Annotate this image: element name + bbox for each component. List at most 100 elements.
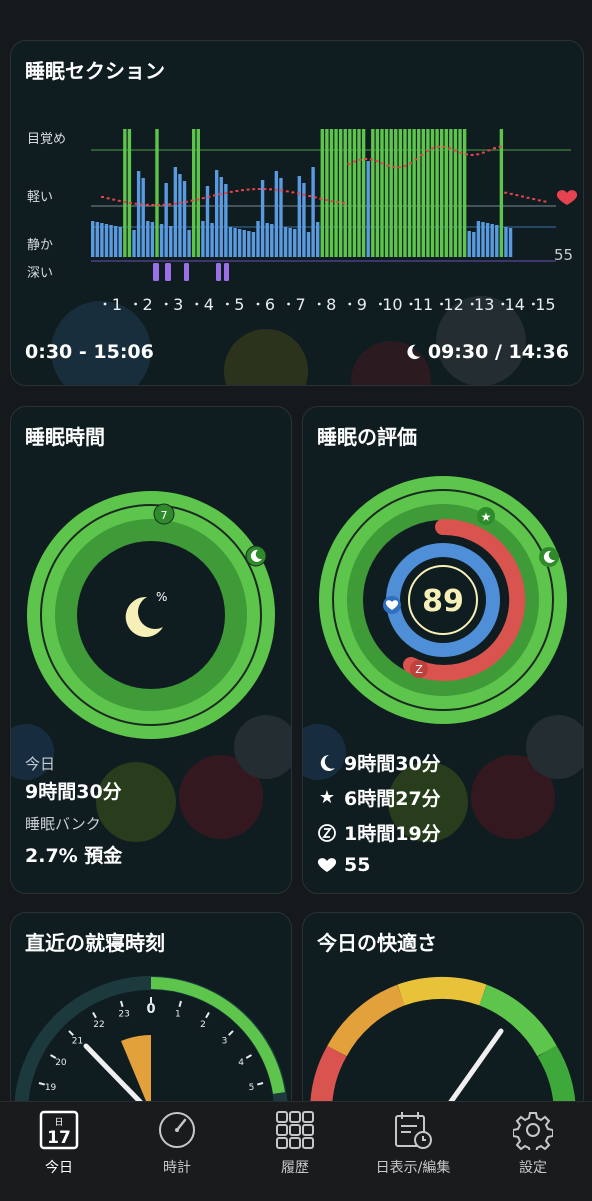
- today-value: 9時間30分: [25, 781, 122, 803]
- sleep-time-range: 0:30 - 15:06: [25, 341, 154, 363]
- z-circle-icon: [318, 823, 336, 842]
- heart-rate-point: [140, 203, 144, 206]
- hypnogram-bar: [394, 129, 398, 257]
- hypnogram-bar: [297, 176, 302, 257]
- hypnogram-bar: [495, 225, 499, 257]
- heart-rate-point: [274, 188, 278, 191]
- heart-icon: [317, 858, 337, 872]
- heart-rate-point: [526, 196, 530, 199]
- heart-rate-point: [493, 147, 496, 150]
- heart-rate-point: [297, 192, 300, 195]
- hour-tick-label: 11: [413, 295, 433, 314]
- dial-number: 5: [249, 1083, 255, 1093]
- hour-tick-dot: [226, 302, 229, 306]
- heart-rate-point: [459, 151, 463, 154]
- tab-today[interactable]: 日 17 今日: [0, 1102, 118, 1201]
- heart-rate-point: [437, 145, 440, 148]
- hour-tick-label: 12: [443, 295, 463, 314]
- rating-row-value: 55: [344, 854, 371, 876]
- dial-number: 23: [118, 1010, 129, 1020]
- moon-icon: [320, 754, 335, 771]
- heart-rate-point: [330, 200, 334, 203]
- hour-tick-dot: [256, 302, 260, 306]
- hour-tick-label: 5: [234, 295, 244, 314]
- rating-row-z: 1時間19分: [317, 819, 441, 846]
- hypnogram-bar: [338, 129, 343, 257]
- heart-rate-point: [173, 202, 177, 205]
- tab-clock[interactable]: 時計: [118, 1102, 236, 1201]
- hypnogram-bar: [334, 129, 338, 257]
- tab-history[interactable]: 履歴: [236, 1102, 354, 1201]
- heart-rate-point: [129, 201, 132, 204]
- heart-rate-point: [207, 195, 211, 198]
- hypnogram-bar: [481, 222, 485, 257]
- deep-sleep-mark: [165, 263, 171, 281]
- heart-rate-point: [291, 191, 295, 194]
- hypnogram-bar: [146, 221, 150, 257]
- heart-rate-point: [106, 197, 110, 200]
- hypnogram-bar: [127, 129, 132, 257]
- hypnogram-bar: [159, 224, 164, 257]
- comfort-card[interactable]: 今日の快適さ: [302, 912, 584, 1114]
- hour-tick-label: 2: [143, 295, 153, 314]
- hypnogram-bar: [173, 167, 178, 257]
- hypnogram-bar: [508, 228, 513, 257]
- heart-rate-point: [409, 162, 412, 165]
- hypnogram-bar: [228, 227, 233, 257]
- gauge-clock-icon: [159, 1112, 195, 1148]
- hypnogram-bar: [155, 129, 159, 257]
- hypnogram-bar: [407, 129, 412, 257]
- tab-day-view-edit[interactable]: 日表示/編集: [354, 1102, 472, 1201]
- hour-tick-label: 1: [112, 295, 122, 314]
- sleep-rating-card[interactable]: 睡眠の評価 89 ★ Z 9時間30分 ★ 6時間27分 1時間19分 55: [302, 406, 584, 894]
- heart-rate-point: [319, 197, 323, 200]
- hypnogram-bar: [499, 129, 504, 257]
- hypnogram-bar: [270, 224, 274, 257]
- rating-row-value: 9時間30分: [344, 753, 441, 775]
- dial-number: 2: [200, 1020, 206, 1030]
- heart-rate-point: [515, 194, 519, 197]
- sleep-time-card[interactable]: 睡眠時間 7 % 今日 9時間30分 睡眠バンク 2.7% 預金: [10, 406, 292, 894]
- hour-tick-dot: [195, 302, 199, 306]
- heart-rate-point: [504, 191, 508, 194]
- hypnogram-bar: [352, 129, 357, 257]
- hour-tick-label: 14: [505, 295, 525, 314]
- heart-rate-point: [246, 188, 250, 191]
- hypnogram-bar: [100, 223, 104, 257]
- hypnogram-bar: [247, 231, 251, 257]
- heart-rate-point: [162, 203, 166, 206]
- svg-text:17: 17: [47, 1128, 71, 1148]
- hypnogram-bar: [136, 171, 141, 257]
- hypnogram-bar: [348, 129, 352, 257]
- hypnogram-bar: [274, 171, 279, 257]
- bedtime-card[interactable]: 直近の就寝時刻 0 1 2 3 4 5 19 20 21 22 23: [10, 912, 292, 1114]
- hypnogram-bar: [91, 221, 95, 257]
- hypnogram-bar: [504, 227, 508, 257]
- hour-tick-label: 13: [474, 295, 494, 314]
- hypnogram-bar: [389, 129, 393, 257]
- stage-label-quiet: 静か: [27, 238, 53, 253]
- hour-tick-label: 4: [204, 295, 214, 314]
- heart-rate-point: [269, 188, 272, 191]
- dial-number: 4: [238, 1058, 244, 1068]
- percent-symbol: %: [156, 590, 167, 604]
- heart-rate-point: [347, 162, 351, 165]
- heart-rate-point: [487, 149, 491, 152]
- hypnogram-bar: [293, 229, 297, 257]
- hypnogram-bar: [178, 174, 182, 257]
- heart-rate-point: [521, 195, 524, 198]
- hypnogram-bar: [224, 184, 228, 257]
- sleep-section-card[interactable]: 睡眠セクション 目覚め 軽い 静か 深い 1 2 3 4 5 6 7 8 9 10 11 12 13 14…: [10, 40, 584, 386]
- hypnogram-bar: [398, 129, 403, 257]
- heart-rate-point: [476, 153, 480, 156]
- heart-rate-point: [470, 153, 474, 156]
- tab-settings[interactable]: 設定: [474, 1102, 592, 1201]
- heart-rate-point: [190, 199, 194, 202]
- hypnogram-bar: [123, 129, 127, 257]
- moon-icon: [407, 344, 421, 360]
- stage-label-deep: 深い: [27, 266, 53, 281]
- heart-rate-point: [431, 147, 435, 150]
- heart-rate-point: [302, 193, 306, 196]
- hypnogram-bar: [439, 129, 444, 257]
- hour-tick-label: 7: [296, 295, 306, 314]
